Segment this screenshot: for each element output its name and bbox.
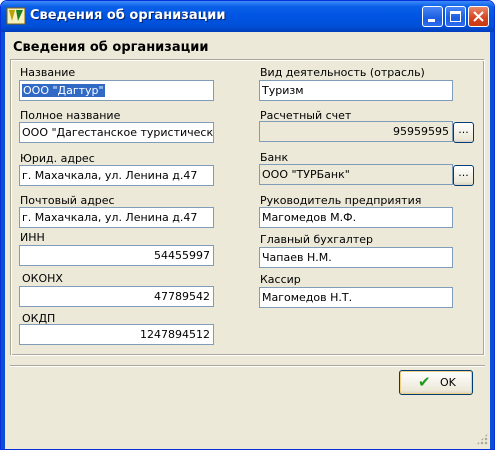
legal-address-field[interactable]: г. Махачкала, ул. Ленина д.47 bbox=[19, 165, 214, 186]
postal-address-field[interactable]: г. Махачкала, ул. Ленина д.47 bbox=[19, 207, 214, 228]
postal-address-label: Почтовый адрес bbox=[20, 194, 115, 207]
cashier-label: Кассир bbox=[260, 273, 301, 286]
inn-label: ИНН bbox=[20, 231, 45, 244]
director-label: Руководитель предприятия bbox=[260, 194, 422, 207]
window-frame-right bbox=[490, 32, 494, 449]
legal-address-label: Юрид. адрес bbox=[20, 152, 95, 165]
maximize-icon bbox=[450, 11, 461, 22]
account-browse-button[interactable]: ... bbox=[453, 122, 474, 143]
window-title: Сведения об организации bbox=[30, 8, 226, 23]
name-field[interactable]: ООО "Дагтур" bbox=[19, 80, 214, 101]
activity-field[interactable]: Туризм bbox=[259, 80, 453, 101]
checkmark-icon: ✔ bbox=[418, 373, 431, 391]
bank-browse-button[interactable]: ... bbox=[453, 165, 474, 186]
ok-button[interactable]: ✔ OK bbox=[399, 370, 473, 395]
full-name-field[interactable]: ООО "Дагестанское туристическое а bbox=[19, 122, 214, 143]
form-header: Сведения об организации bbox=[13, 40, 209, 55]
inn-field[interactable]: 54455997 bbox=[19, 245, 214, 266]
okonh-label: ОКОНХ bbox=[22, 272, 63, 285]
app-icon bbox=[6, 7, 26, 25]
bank-field[interactable]: ООО "ТУРБанк" bbox=[259, 164, 453, 185]
ok-label: OK bbox=[440, 376, 456, 389]
minimize-button[interactable] bbox=[422, 6, 443, 27]
bank-label: Банк bbox=[260, 151, 289, 164]
name-label: Название bbox=[20, 66, 76, 79]
okdp-field[interactable]: 1247894512 bbox=[19, 324, 214, 345]
chief-accountant-field[interactable]: Чапаев Н.М. bbox=[259, 247, 453, 268]
account-field[interactable]: 95959595 bbox=[259, 121, 453, 142]
dialog-window: Сведения об организации Сведения об орга… bbox=[0, 0, 495, 450]
window-frame-left bbox=[1, 32, 5, 449]
okonh-field[interactable]: 47789542 bbox=[19, 286, 214, 307]
activity-label: Вид деятельность (отрасль) bbox=[260, 66, 425, 79]
close-button[interactable] bbox=[468, 6, 489, 27]
full-name-label: Полное название bbox=[20, 109, 121, 122]
maximize-button[interactable] bbox=[445, 6, 466, 27]
minimize-icon bbox=[428, 19, 435, 22]
chief-accountant-label: Главный бухгалтер bbox=[260, 233, 373, 246]
bottom-separator bbox=[10, 365, 485, 367]
name-value: ООО "Дагтур" bbox=[22, 84, 105, 97]
cashier-field[interactable]: Магомедов Н.Т. bbox=[259, 287, 453, 308]
director-field[interactable]: Магомедов М.Ф. bbox=[259, 207, 453, 228]
resize-grip[interactable] bbox=[476, 433, 488, 445]
close-icon bbox=[473, 11, 484, 22]
title-bar[interactable]: Сведения об организации bbox=[1, 1, 494, 32]
